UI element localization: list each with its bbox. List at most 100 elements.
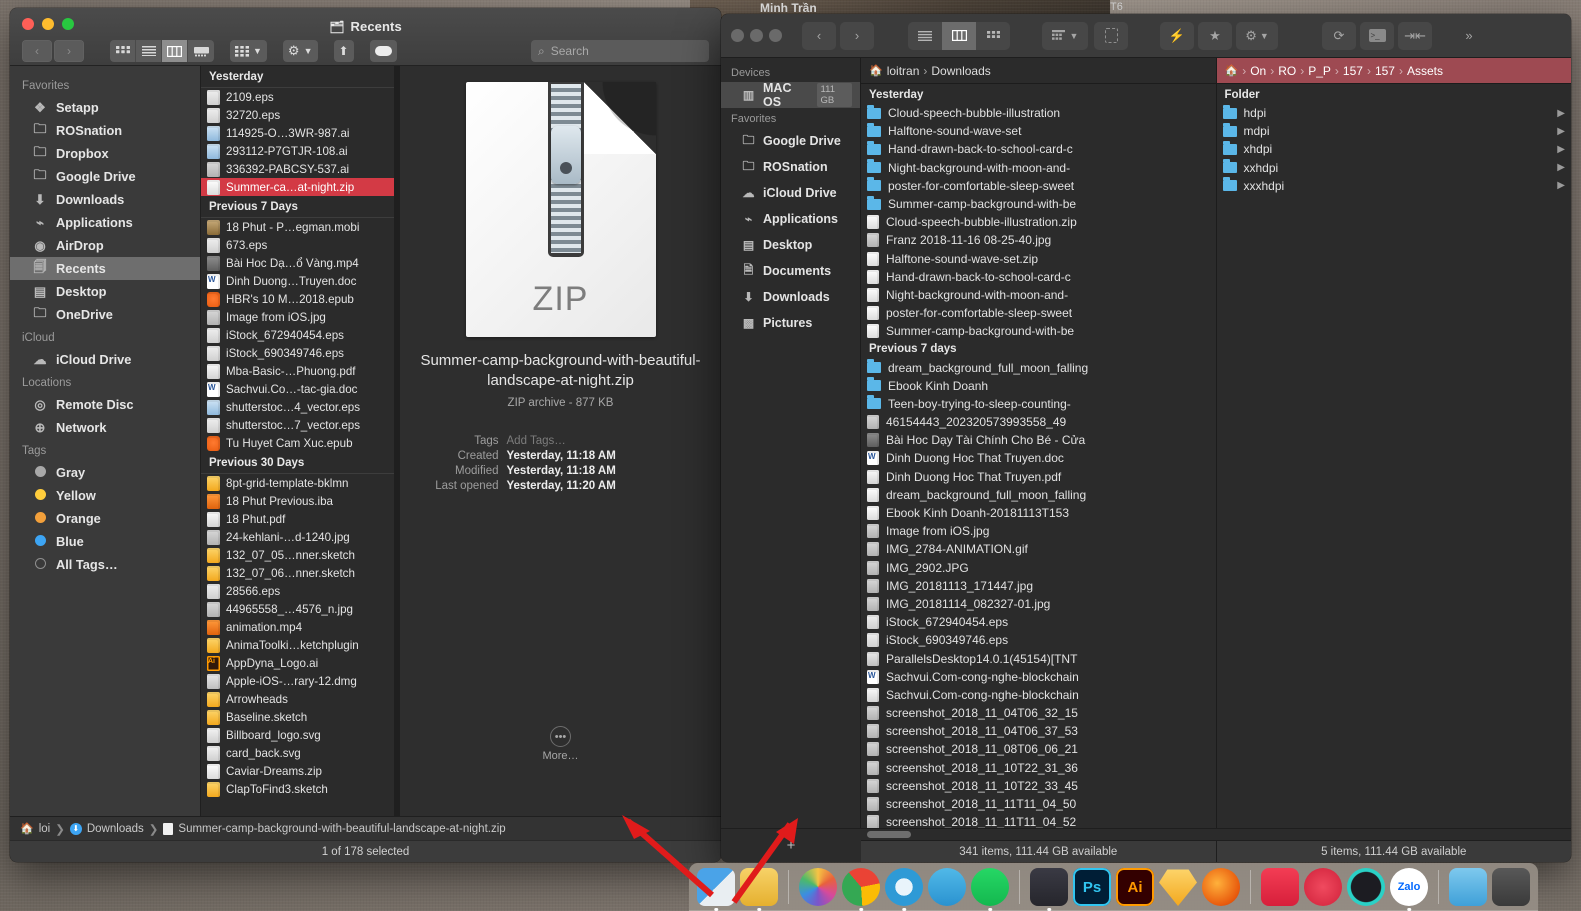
file-row[interactable]: screenshot_2018_11_11T11_04_52	[861, 813, 1216, 828]
dock-item-xmind[interactable]	[1261, 868, 1299, 906]
view-mode-segmented[interactable]	[110, 40, 214, 62]
chevron-right-icon[interactable]: ▶	[1557, 162, 1565, 173]
sidebar-item-blue[interactable]: Blue	[10, 530, 200, 553]
file-row[interactable]: iStock_672940454.eps	[201, 326, 394, 344]
file-row[interactable]: screenshot_2018_11_08T06_06_21	[861, 740, 1216, 758]
file-row[interactable]: 2109.eps	[201, 88, 394, 106]
forward-button[interactable]: ›	[54, 40, 84, 62]
dock-item-finder[interactable]	[697, 868, 735, 906]
file-row[interactable]: Cloud-speech-bubble-illustration	[861, 104, 1216, 122]
sidebar-item-yellow[interactable]: Yellow	[10, 484, 200, 507]
dock-item-figma[interactable]	[1030, 868, 1068, 906]
sidebar-item-dropbox[interactable]: 🗀 Dropbox	[10, 142, 200, 165]
file-row[interactable]: Arrowheads	[201, 690, 394, 708]
finder-toolbar[interactable]: ‹ › ▼ ⚙ ▼ ⬆ ⌕ Search	[10, 36, 721, 66]
chevron-right-icon[interactable]: ▶	[1557, 144, 1565, 155]
file-row[interactable]: ClapToFind3.sketch	[201, 780, 394, 798]
file-row[interactable]: Sachvui.Com-cong-nghe-blockchain	[861, 668, 1216, 686]
file-row[interactable]: 46154443_202320573993558_49	[861, 413, 1216, 431]
file-row[interactable]: 673.eps	[201, 236, 394, 254]
file-row[interactable]: iStock_690349746.eps	[861, 631, 1216, 649]
file-row[interactable]: card_back.svg	[201, 744, 394, 762]
gallery-view-button[interactable]	[188, 40, 214, 62]
sidebar-item-network[interactable]: ⊕ Network	[10, 416, 200, 439]
file-row[interactable]: Teen-boy-trying-to-sleep-counting-	[861, 395, 1216, 413]
sidebar-item-icloud-drive[interactable]: ☁ iCloud Drive	[721, 180, 860, 206]
nav-buttons[interactable]: ‹ ›	[22, 40, 84, 62]
file-row[interactable]: Dinh Duong Hoc That Truyen.doc	[861, 449, 1216, 467]
file-row[interactable]: Ebook Kinh Doanh-20181113T153	[861, 504, 1216, 522]
file-row[interactable]: Mba-Basic-…Phuong.pdf	[201, 362, 394, 380]
file-row[interactable]: Halftone-sound-wave-set.zip	[861, 250, 1216, 268]
file-row[interactable]: poster-for-comfortable-sleep-sweet	[861, 304, 1216, 322]
file-row[interactable]: 336392-PABCSY-537.ai	[201, 160, 394, 178]
home-icon[interactable]: 🏠	[869, 64, 883, 77]
file-row[interactable]: IMG_20181113_171447.jpg	[861, 577, 1216, 595]
file-row[interactable]: Sachvui.Com-cong-nghe-blockchain	[861, 686, 1216, 704]
breadcrumb-segment[interactable]: loi	[39, 823, 51, 835]
right-pane[interactable]: 🏠 › On › RO › P_P › 157 › 157 › Assets Folder hdpi ▶ md…	[1216, 58, 1572, 828]
sidebar-item-icloud-drive[interactable]: ☁ iCloud Drive	[10, 348, 200, 371]
sidebar-item-applications[interactable]: ⌁ Applications	[721, 206, 860, 232]
sidebar-item-airdrop[interactable]: ◉ AirDrop	[10, 234, 200, 257]
list-view-button[interactable]	[136, 40, 162, 62]
file-row[interactable]: dream_background_full_moon_falling	[861, 486, 1216, 504]
file-row[interactable]: Halftone-sound-wave-set	[861, 122, 1216, 140]
more-button[interactable]: ••• More…	[400, 726, 721, 762]
sidebar-item-onedrive[interactable]: 🗀 OneDrive	[10, 303, 200, 326]
left-pane-breadcrumb[interactable]: 🏠 loitran › Downloads	[861, 58, 1216, 84]
view-mode-segmented[interactable]	[908, 21, 1010, 50]
sidebar-item-gray[interactable]: Gray	[10, 461, 200, 484]
file-row[interactable]: Bài Hoc Dạ…ổ Vàng.mp4	[201, 254, 394, 272]
sidebar-item-recents[interactable]: 🗐 Recents	[10, 257, 200, 280]
file-row[interactable]: Tu Huyet Cam Xuc.epub	[201, 434, 394, 452]
file-row[interactable]: Summer-camp-background-with-be	[861, 195, 1216, 213]
icon-view-button[interactable]	[110, 40, 136, 62]
file-row[interactable]: Billboard_logo.svg	[201, 726, 394, 744]
sidebar-item-all-tags[interactable]: All Tags…	[10, 553, 200, 576]
file-row[interactable]: screenshot_2018_11_10T22_31_36	[861, 759, 1216, 777]
dock-item-illustrator[interactable]: Ai	[1116, 868, 1154, 906]
file-row[interactable]: AppDyna_Logo.ai	[201, 654, 394, 672]
right-pane-filelist[interactable]: Folder hdpi ▶ mdpi ▶ xhdpi ▶ xxhdpi ▶ xxxhdpi ▶	[1217, 84, 1572, 828]
finder-window[interactable]: 🗂 Recents ‹ › ▼ ⚙ ▼ ⬆ ⌕ Search Favorites…	[10, 8, 721, 862]
file-row[interactable]: screenshot_2018_11_04T06_37_53	[861, 722, 1216, 740]
file-row[interactable]: 8pt-grid-template-bklmn	[201, 474, 394, 492]
file-row[interactable]: Night-background-with-moon-and-	[861, 286, 1216, 304]
commander-sidebar[interactable]: Devices ▥ MAC OS 111 GB Favorites 🗀 Google Dri…	[721, 58, 861, 828]
file-row[interactable]: Apple-iOS-…rary-12.dmg	[201, 672, 394, 690]
breadcrumb-segment[interactable]: loitran	[887, 64, 920, 78]
finder-file-column[interactable]: Yesterday 2109.eps 32720.eps 114925-O…3WR-9…	[200, 66, 394, 816]
sidebar-item-rosnation[interactable]: 🗀 ROSnation	[721, 154, 860, 180]
selection-button[interactable]	[1094, 21, 1128, 50]
arrange-button[interactable]: ▼	[230, 40, 267, 62]
minimize-button[interactable]	[750, 29, 763, 42]
forward-button[interactable]: ›	[840, 21, 874, 50]
file-row[interactable]: HBR's 10 M…2018.epub	[201, 290, 394, 308]
file-row[interactable]: iStock_690349746.eps	[201, 344, 394, 362]
add-tab-button[interactable]: +	[721, 829, 861, 862]
dock-item-downloads-stack[interactable]	[1449, 868, 1487, 906]
dock-item-zalo[interactable]: Zalo	[1390, 868, 1428, 906]
home-icon[interactable]: 🏠	[1225, 64, 1239, 77]
sidebar-item-orange[interactable]: Orange	[10, 507, 200, 530]
dock-item-telegram[interactable]	[928, 868, 966, 906]
file-row[interactable]: Dinh Duong Hoc That Truyen.pdf	[861, 468, 1216, 486]
finder-sidebar[interactable]: Favorites ❖ Setapp 🗀 ROSnation 🗀 Dropbox 🗀 Googl…	[10, 66, 200, 816]
metadata-value[interactable]: Add Tags…	[507, 435, 566, 447]
finder-pathbar[interactable]: 🏠 loi ❯ ⬇ Downloads ❯ Summer-camp-background-w…	[10, 816, 721, 840]
icon-view-button[interactable]	[976, 22, 1010, 50]
refresh-button[interactable]: ⟳	[1322, 21, 1356, 50]
file-row[interactable]: Night-background-with-moon-and-	[861, 159, 1216, 177]
file-row[interactable]: dream_background_full_moon_falling	[861, 358, 1216, 376]
file-row[interactable]: Cloud-speech-bubble-illustration.zip	[861, 213, 1216, 231]
sidebar-item-applications[interactable]: ⌁ Applications	[10, 211, 200, 234]
action-button[interactable]: ⚙ ▼	[282, 40, 318, 62]
overflow-button[interactable]: »	[1452, 22, 1486, 50]
file-row[interactable]: Franz 2018-11-16 08-25-40.jpg	[861, 231, 1216, 249]
file-row[interactable]: mdpi ▶	[1217, 122, 1572, 140]
file-row[interactable]: 132_07_05…nner.sketch	[201, 546, 394, 564]
file-row[interactable]: IMG_2784-ANIMATION.gif	[861, 540, 1216, 558]
dock-item-mindnode[interactable]	[1304, 868, 1342, 906]
sidebar-item-desktop[interactable]: ▤ Desktop	[10, 280, 200, 303]
